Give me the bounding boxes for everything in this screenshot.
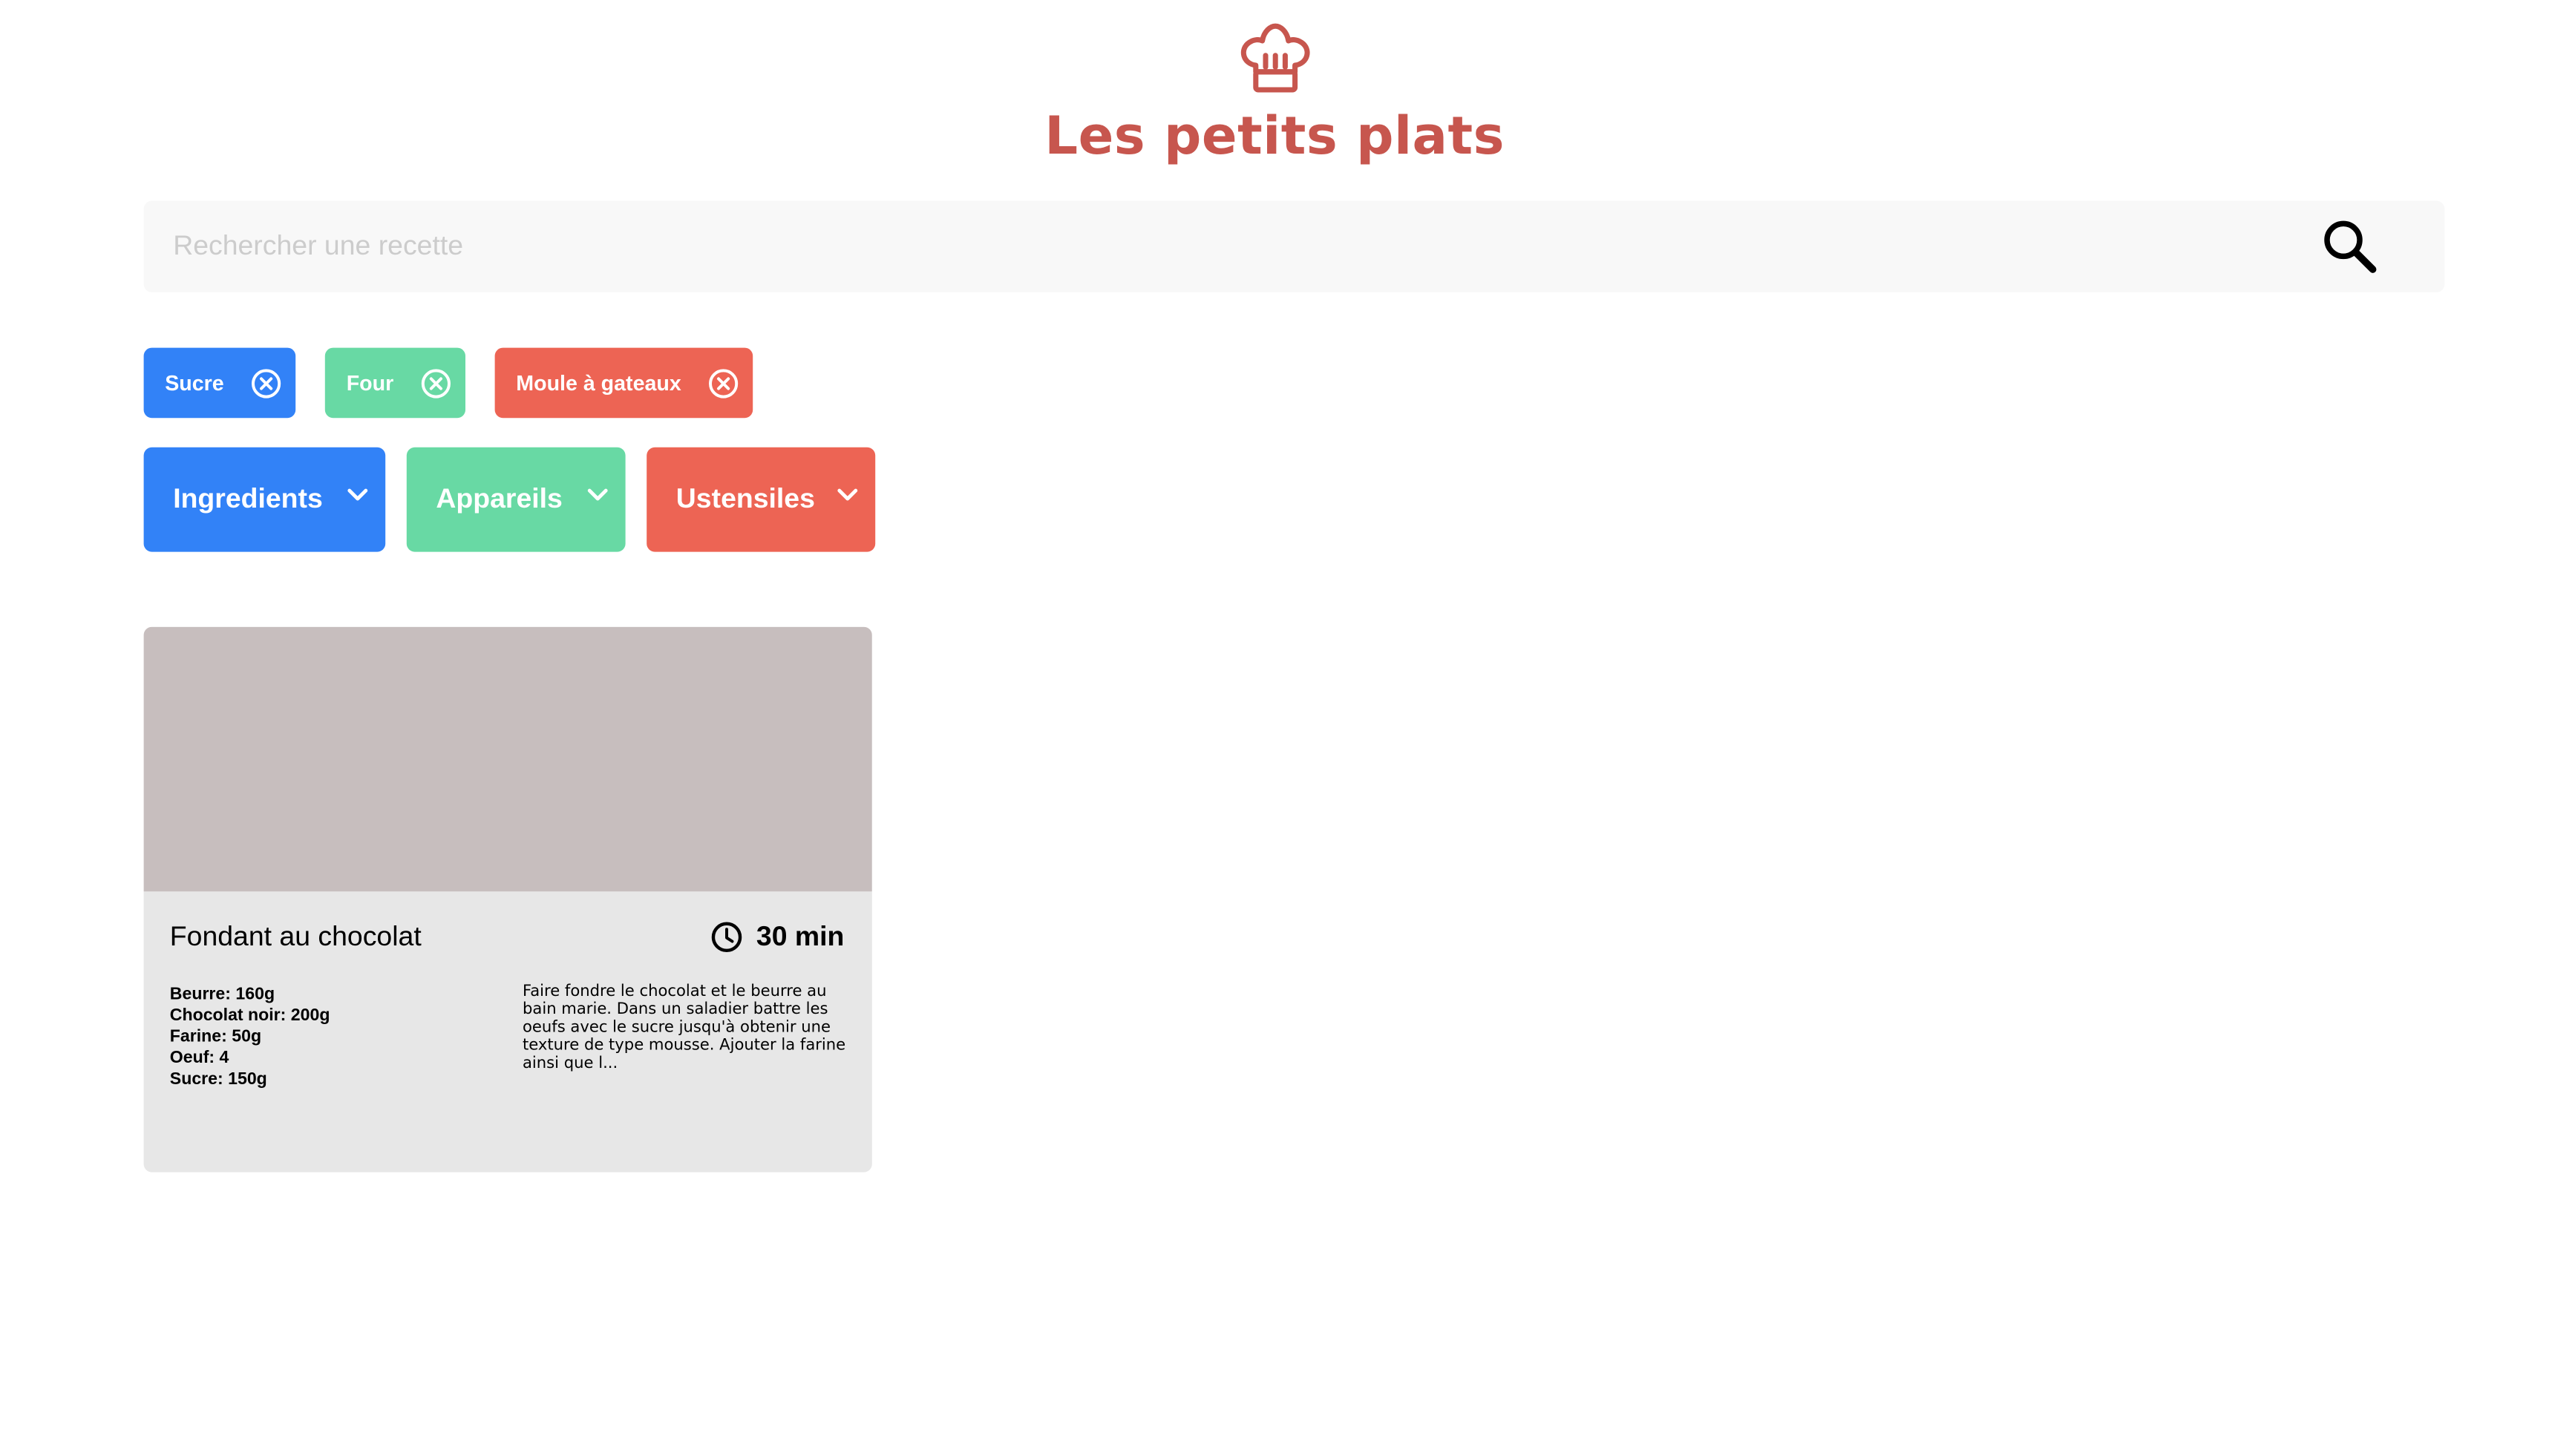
ingredient-quantity: 4 — [219, 1048, 229, 1068]
recipe-header: Fondant au chocolat 30 min — [170, 921, 845, 954]
site-header: Les petits plats — [0, 23, 2549, 167]
ingredient-item: Chocolat noir: 200g — [169, 1006, 330, 1026]
ingredient-item: Beurre: 160g — [169, 984, 275, 1004]
tag-sucre[interactable]: Sucre — [143, 347, 296, 419]
close-circle-icon[interactable] — [707, 367, 740, 399]
close-circle-icon[interactable] — [250, 367, 283, 399]
page: Les petits plats Sucre Four Moule à gate… — [0, 0, 2549, 1456]
tag-label: Four — [346, 370, 394, 396]
ingredient-item: Oeuf: 4 — [169, 1048, 229, 1068]
filter-dropdowns: Ingredients Appareils Ustensiles — [143, 447, 876, 552]
recipe-image-placeholder — [143, 626, 872, 892]
ingredient-name: Beurre — [169, 984, 226, 1004]
chevron-down-icon[interactable] — [585, 482, 611, 508]
filter-ustensiles[interactable]: Ustensiles — [647, 447, 876, 552]
search-input[interactable] — [143, 200, 2267, 292]
selected-tags: Sucre Four Moule à gateaux — [143, 347, 753, 419]
recipe-time-value: 30 min — [756, 920, 845, 952]
ingredient-list: Beurre: 160g Chocolat noir: 200g Farine:… — [170, 985, 497, 1091]
ingredient-name: Oeuf — [169, 1048, 209, 1068]
chevron-down-icon[interactable] — [344, 482, 370, 508]
ingredient-quantity: 150g — [228, 1069, 267, 1089]
filter-label: Ingredients — [173, 483, 323, 514]
recipe-title: Fondant au chocolat — [169, 920, 422, 952]
close-circle-icon[interactable] — [419, 367, 452, 399]
tag-moule-a-gateaux[interactable]: Moule à gateaux — [494, 347, 753, 419]
chevron-down-icon[interactable] — [834, 482, 860, 508]
site-title: Les petits plats — [1044, 104, 1505, 167]
clock-icon — [712, 922, 742, 953]
filter-ingredients[interactable]: Ingredients — [143, 447, 386, 552]
ingredient-name: Chocolat noir — [169, 1006, 281, 1026]
recipe-time: 30 min — [710, 921, 844, 954]
ingredient-item: Farine: 50g — [169, 1026, 262, 1047]
search-icon[interactable] — [2320, 217, 2379, 276]
filter-label: Ustensiles — [675, 483, 815, 514]
ingredient-quantity: 160g — [235, 984, 275, 1004]
recipe-description: Faire fondre le chocolat et le beurre au… — [523, 983, 846, 1073]
tag-label: Sucre — [165, 370, 224, 396]
filter-label: Appareils — [436, 483, 563, 514]
filter-appareils[interactable]: Appareils — [406, 447, 626, 552]
tag-label: Moule à gateaux — [516, 370, 681, 396]
tag-four[interactable]: Four — [325, 347, 466, 419]
chef-hat-icon — [1240, 23, 1309, 93]
ingredient-quantity: 200g — [290, 1006, 330, 1026]
ingredient-item: Sucre: 150g — [169, 1069, 267, 1089]
ingredient-name: Farine — [169, 1026, 222, 1047]
search-bar — [143, 200, 2445, 292]
ingredient-name: Sucre — [169, 1069, 218, 1089]
recipe-card[interactable]: Fondant au chocolat 30 min Beurre: 160g … — [143, 626, 872, 1173]
ingredient-quantity: 50g — [232, 1026, 262, 1047]
